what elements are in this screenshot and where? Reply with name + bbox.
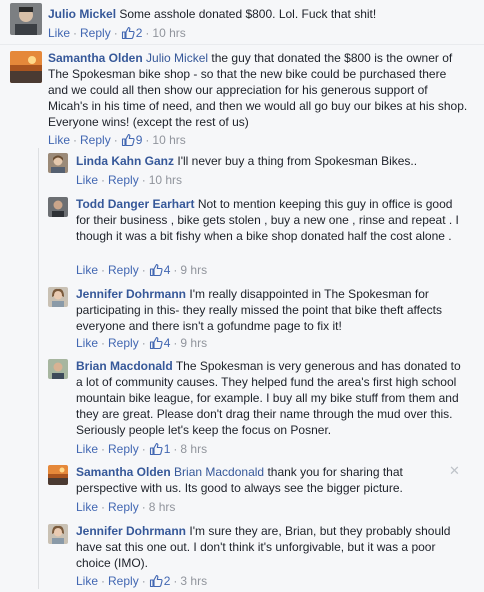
avatar[interactable] xyxy=(10,3,42,35)
mention-link[interactable]: Brian Macdonald xyxy=(174,465,264,479)
like-link[interactable]: Like xyxy=(76,336,98,350)
comment-body: Jennifer Dohrmann I'm really disappointe… xyxy=(76,286,468,334)
like-link[interactable]: Like xyxy=(76,442,98,456)
timestamp[interactable]: 9 hrs xyxy=(180,263,207,277)
comment-actions: Like · Reply · 9 · 10 hrs xyxy=(48,132,186,151)
like-count[interactable]: 2 xyxy=(121,26,142,40)
divider xyxy=(0,44,484,45)
thumbs-up-icon xyxy=(149,574,163,592)
comment-body: Todd Danger Earhart Not to mention keepi… xyxy=(76,196,468,244)
like-count[interactable]: 4 xyxy=(149,263,170,277)
avatar[interactable] xyxy=(48,197,68,217)
reply-link[interactable]: Reply xyxy=(108,574,139,588)
comment-actions: Like · Reply · 8 hrs xyxy=(76,500,176,514)
comment-body: Samantha Olden Brian Macdonald thank you… xyxy=(76,464,446,496)
reply-link[interactable]: Reply xyxy=(108,442,139,456)
comment-actions: Like · Reply · 10 hrs xyxy=(76,173,183,187)
comment-actions: Like · Reply · 1 · 8 hrs xyxy=(76,441,207,460)
reply-thread-line xyxy=(38,148,39,589)
comment-author[interactable]: Julio Mickel xyxy=(48,7,116,21)
like-link[interactable]: Like xyxy=(76,500,98,514)
comment-body: Jennifer Dohrmann I'm sure they are, Bri… xyxy=(76,523,468,571)
avatar[interactable] xyxy=(48,359,68,379)
timestamp[interactable]: 9 hrs xyxy=(180,336,207,350)
timestamp[interactable]: 10 hrs xyxy=(152,133,185,147)
comment-author[interactable]: Samantha Olden xyxy=(76,465,171,479)
comment-body: Julio Mickel Some asshole donated $800. … xyxy=(48,6,468,22)
comment-text: Some asshole donated $800. Lol. Fuck tha… xyxy=(119,7,377,21)
timestamp[interactable]: 8 hrs xyxy=(149,500,176,514)
like-link[interactable]: Like xyxy=(76,173,98,187)
comment-actions: Like · Reply · 4 · 9 hrs xyxy=(76,335,207,354)
comment-body: Linda Kahn Ganz I'll never buy a thing f… xyxy=(76,153,468,169)
comment-actions: Like · Reply · 2 · 3 hrs xyxy=(76,573,207,592)
avatar[interactable] xyxy=(10,51,42,83)
timestamp[interactable]: 3 hrs xyxy=(180,574,207,588)
like-link[interactable]: Like xyxy=(76,574,98,588)
avatar[interactable] xyxy=(48,465,68,485)
thumbs-up-icon xyxy=(149,263,163,281)
avatar[interactable] xyxy=(48,287,68,307)
like-count[interactable]: 4 xyxy=(149,336,170,350)
reply-link[interactable]: Reply xyxy=(80,26,111,40)
like-link[interactable]: Like xyxy=(76,263,98,277)
timestamp[interactable]: 10 hrs xyxy=(149,173,182,187)
avatar[interactable] xyxy=(48,524,68,544)
thumbs-up-icon xyxy=(121,26,135,44)
thumbs-up-icon xyxy=(121,133,135,151)
timestamp[interactable]: 8 hrs xyxy=(180,442,207,456)
comment-text: I'll never buy a thing from Spokesman Bi… xyxy=(177,154,418,168)
close-icon[interactable]: ✕ xyxy=(449,463,460,479)
comment-author[interactable]: Linda Kahn Ganz xyxy=(76,154,174,168)
like-count[interactable]: 1 xyxy=(149,442,170,456)
reply-link[interactable]: Reply xyxy=(108,500,139,514)
reply-link[interactable]: Reply xyxy=(80,133,111,147)
mention-link[interactable]: Julio Mickel xyxy=(146,51,208,65)
comment-actions: Like · Reply · 4 · 9 hrs xyxy=(76,262,207,281)
thumbs-up-icon xyxy=(149,442,163,460)
timestamp[interactable]: 10 hrs xyxy=(152,26,185,40)
like-link[interactable]: Like xyxy=(48,133,70,147)
comment-author[interactable]: Todd Danger Earhart xyxy=(76,197,194,211)
comment-author[interactable]: Brian Macdonald xyxy=(76,359,173,373)
like-link[interactable]: Like xyxy=(48,26,70,40)
comment-body: Samantha Olden Julio Mickel the guy that… xyxy=(48,50,468,130)
reply-link[interactable]: Reply xyxy=(108,173,139,187)
like-count[interactable]: 9 xyxy=(121,133,142,147)
reply-link[interactable]: Reply xyxy=(108,336,139,350)
like-count[interactable]: 2 xyxy=(149,574,170,588)
avatar[interactable] xyxy=(48,153,68,173)
comment-author[interactable]: Jennifer Dohrmann xyxy=(76,524,186,538)
thumbs-up-icon xyxy=(149,336,163,354)
comment-author[interactable]: Samantha Olden xyxy=(48,51,143,65)
comment-body: Brian Macdonald The Spokesman is very ge… xyxy=(76,358,468,438)
comment-actions: Like · Reply · 2 · 10 hrs xyxy=(48,25,186,44)
reply-link[interactable]: Reply xyxy=(108,263,139,277)
comment-author[interactable]: Jennifer Dohrmann xyxy=(76,287,186,301)
